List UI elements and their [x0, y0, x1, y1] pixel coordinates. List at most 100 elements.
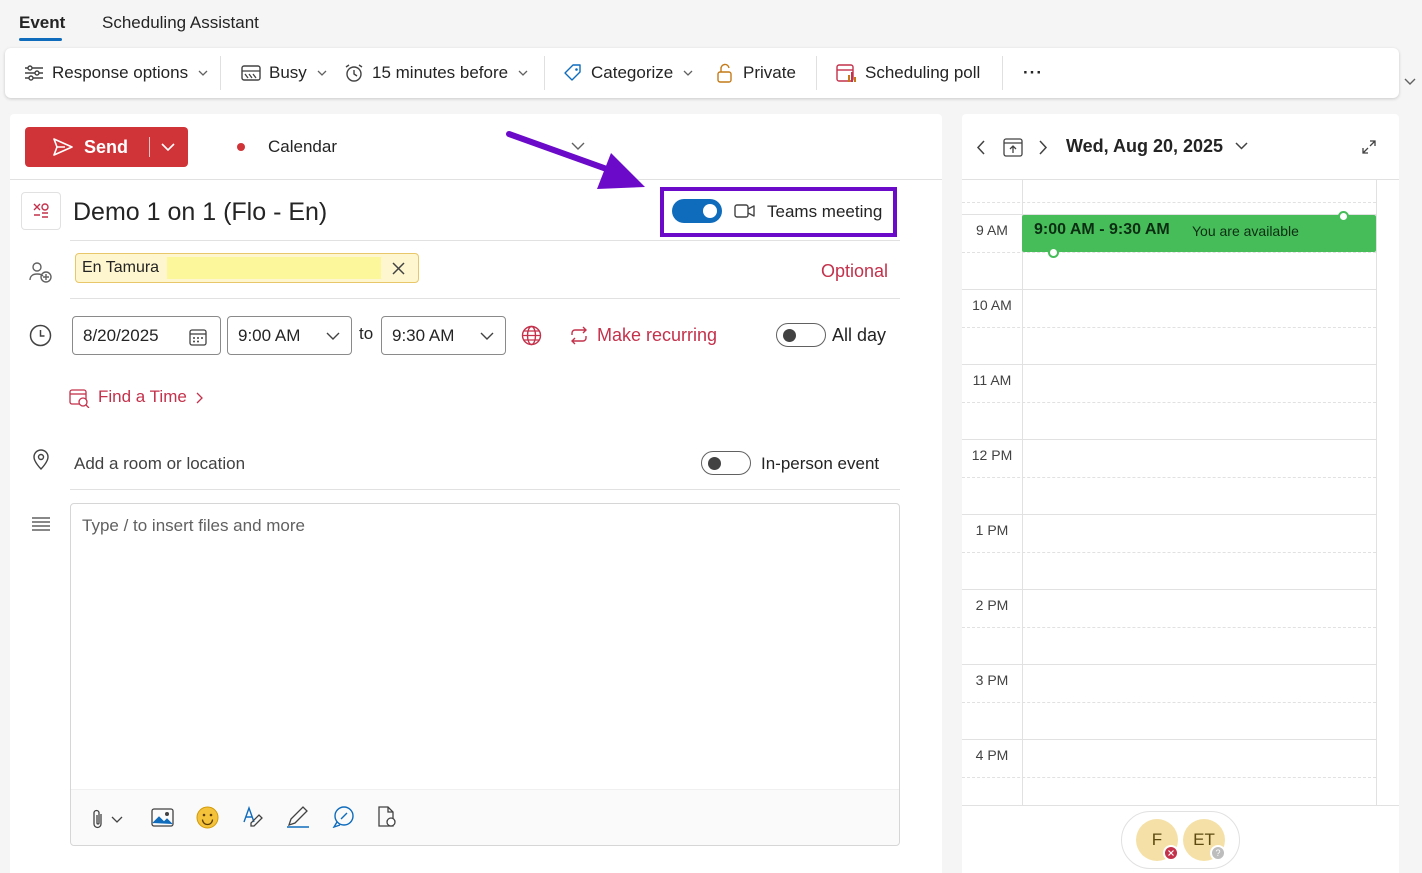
emoji-icon[interactable]	[196, 806, 219, 829]
send-button[interactable]: Send	[25, 127, 188, 167]
pen-icon[interactable]	[286, 806, 310, 828]
attach-icon[interactable]	[91, 808, 105, 830]
in-person-toggle[interactable]	[701, 451, 751, 475]
body-placeholder: Type / to insert files and more	[82, 516, 305, 535]
resize-handle-bottom[interactable]	[1048, 247, 1059, 258]
calendar-date-label[interactable]: Wed, Aug 20, 2025	[1066, 136, 1223, 157]
event-title-input[interactable]: Demo 1 on 1 (Flo - En)	[73, 198, 327, 227]
to-label: to	[359, 324, 374, 343]
chevron-down-icon[interactable]	[111, 816, 123, 823]
today-calendar-icon[interactable]	[1003, 137, 1023, 157]
calendar-selector[interactable]: Calendar	[268, 137, 337, 157]
divider	[962, 179, 1399, 180]
end-time-select[interactable]: 9:30 AM	[381, 316, 506, 355]
document-sync-icon[interactable]	[376, 806, 398, 828]
half-hour-line	[962, 702, 1376, 703]
all-day-label: All day	[832, 325, 887, 345]
lock-open-icon	[717, 63, 732, 83]
chevron-down-icon	[326, 332, 340, 340]
tab-event[interactable]: Event	[19, 13, 65, 33]
grid-bottom-line	[962, 805, 1399, 806]
hour-line	[962, 739, 1376, 740]
all-day-toggle[interactable]	[776, 323, 826, 347]
private-label: Private	[743, 63, 796, 82]
message-body-editor[interactable]: Type / to insert files and more	[70, 503, 900, 846]
send-divider	[149, 137, 150, 157]
clock-icon	[29, 324, 52, 347]
find-a-time-link[interactable]: Find a Time	[98, 387, 187, 407]
chevron-down-icon[interactable]	[1404, 78, 1416, 86]
chevron-right-icon	[196, 392, 203, 404]
reminder-label: 15 minutes before	[372, 63, 509, 82]
optional-attendees-link[interactable]: Optional	[821, 261, 888, 282]
categorize-button[interactable]: Categorize	[563, 48, 701, 98]
hour-label: 10 AM	[972, 297, 1012, 313]
resize-handle-top[interactable]	[1338, 211, 1349, 222]
half-hour-line	[962, 777, 1376, 778]
half-hour-line	[962, 477, 1376, 478]
video-camera-icon	[734, 204, 755, 218]
start-date-input[interactable]: 8/20/2025	[72, 316, 221, 355]
ribbon-toolbar: Response options Busy 15 minutes before …	[5, 48, 1399, 98]
hour-line	[962, 514, 1376, 515]
scheduling-poll-button[interactable]: Scheduling poll	[835, 48, 980, 98]
calendar-color-dot	[237, 143, 245, 151]
teams-meeting-toggle[interactable]	[672, 199, 722, 223]
hour-label: 9 AM	[976, 222, 1008, 238]
tag-icon	[564, 64, 581, 81]
ribbon-divider	[220, 56, 221, 90]
half-hour-line	[962, 402, 1376, 403]
expand-icon[interactable]	[1362, 140, 1376, 154]
hour-line	[962, 589, 1376, 590]
reminder-button[interactable]: 15 minutes before	[344, 48, 536, 98]
busy-button[interactable]: Busy	[241, 48, 335, 98]
close-icon[interactable]	[392, 262, 405, 275]
attendee-chip[interactable]: En Tamura	[75, 253, 419, 283]
hour-line	[962, 439, 1376, 440]
attendee-name: En Tamura	[82, 259, 160, 276]
globe-icon[interactable]	[521, 325, 542, 346]
text-highlight	[167, 257, 381, 279]
tab-active-indicator	[19, 38, 62, 41]
sliders-icon	[25, 65, 43, 81]
chevron-down-icon[interactable]	[161, 143, 175, 151]
chevron-down-icon	[198, 70, 208, 76]
category-picker[interactable]	[21, 192, 61, 230]
ribbon-divider	[1002, 56, 1003, 90]
half-hour-line	[962, 202, 1376, 203]
event-status-label: You are available	[1192, 223, 1299, 239]
event-time-label: 9:00 AM - 9:30 AM	[1034, 221, 1170, 238]
scheduling-poll-label: Scheduling poll	[865, 63, 981, 82]
hour-line	[962, 664, 1376, 665]
make-recurring-link[interactable]: Make recurring	[597, 325, 717, 346]
start-time-value: 9:00 AM	[238, 325, 301, 345]
hour-label: 12 PM	[971, 447, 1013, 463]
ribbon-divider	[544, 56, 545, 90]
location-input[interactable]: Add a room or location	[74, 454, 245, 474]
grid-right-edge	[1376, 180, 1377, 806]
response-options-button[interactable]: Response options	[24, 48, 216, 98]
toggle-knob	[708, 457, 721, 470]
event-preview-block[interactable]: 9:00 AM - 9:30 AM You are available	[1022, 215, 1376, 252]
start-time-select[interactable]: 9:00 AM	[227, 316, 352, 355]
teams-meeting-label: Teams meeting	[767, 202, 883, 221]
tab-scheduling-assistant[interactable]: Scheduling Assistant	[102, 13, 259, 33]
private-button[interactable]: Private	[715, 48, 796, 98]
hour-label: 3 PM	[975, 672, 1009, 688]
chevron-left-icon[interactable]	[976, 140, 986, 155]
copilot-chat-icon[interactable]	[332, 806, 354, 828]
hour-label: 1 PM	[975, 522, 1009, 538]
repeat-icon	[571, 326, 587, 345]
format-text-icon[interactable]	[242, 806, 264, 828]
declined-status-icon	[1163, 845, 1179, 861]
ribbon-divider	[816, 56, 817, 90]
calendar-icon[interactable]	[189, 328, 207, 346]
send-icon	[53, 138, 73, 156]
chevron-down-icon[interactable]	[1235, 142, 1248, 150]
image-icon[interactable]	[151, 808, 174, 827]
more-options-button[interactable]: ···	[1023, 48, 1043, 98]
chevron-right-icon[interactable]	[1038, 140, 1048, 155]
location-pin-icon	[33, 449, 49, 470]
chevron-down-icon	[480, 332, 494, 340]
hour-line	[962, 364, 1376, 365]
